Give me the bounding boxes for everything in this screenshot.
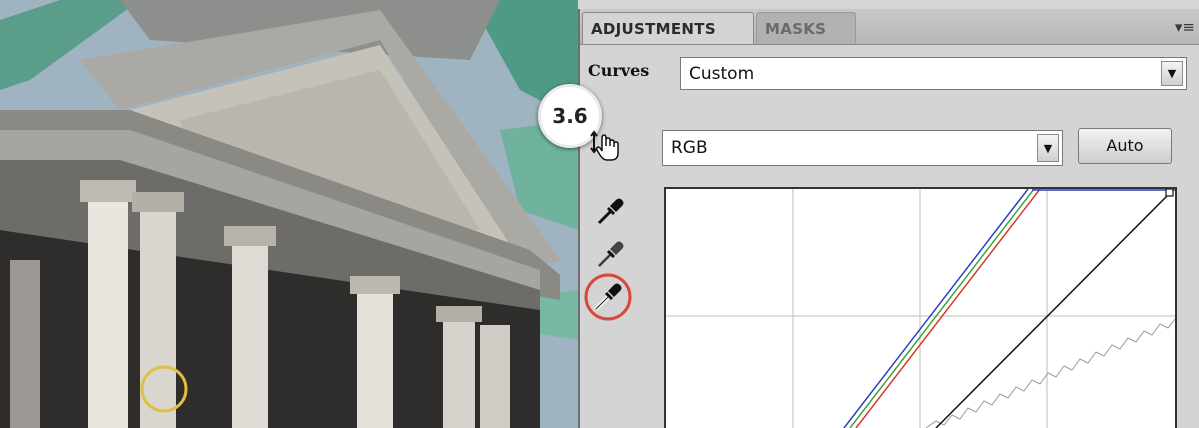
on-image-adjust-hand-icon[interactable] — [588, 129, 622, 163]
panel-menu-icon[interactable]: ▾≡ — [1175, 18, 1195, 36]
tab-adjustments[interactable]: ADJUSTMENTS — [582, 12, 754, 44]
auto-button[interactable]: Auto — [1078, 128, 1172, 164]
green-curve — [849, 189, 1035, 428]
chevron-down-icon[interactable]: ▼ — [1037, 134, 1059, 162]
tab-masks[interactable]: MASKS — [756, 12, 856, 44]
gray-point-eyedropper-icon[interactable] — [594, 237, 628, 271]
adjustments-panel: ADJUSTMENTS MASKS ▾≡ Curves Custom ▼ 3.6… — [538, 9, 1199, 428]
panel-tab-bar: ADJUSTMENTS MASKS ▾≡ — [580, 9, 1199, 45]
rgb-curve — [935, 191, 1172, 428]
building-photo — [0, 0, 578, 428]
graph-grid — [666, 189, 1175, 428]
channel-value: RGB — [671, 138, 708, 158]
channel-dropdown[interactable]: RGB ▼ — [662, 130, 1063, 166]
blue-curve — [843, 189, 1029, 428]
white-point-eyedropper-icon[interactable] — [582, 271, 634, 323]
preset-dropdown[interactable]: Custom ▼ — [680, 57, 1187, 90]
document-image — [0, 0, 578, 428]
preset-value: Custom — [689, 63, 755, 84]
chevron-down-icon[interactable]: ▼ — [1161, 61, 1183, 86]
curve-control-point[interactable] — [1165, 189, 1174, 197]
black-point-eyedropper-icon[interactable] — [594, 194, 628, 228]
curves-graph-canvas — [666, 189, 1175, 428]
histogram-outline — [925, 318, 1175, 428]
curves-graph[interactable] — [664, 187, 1177, 428]
adjustment-type-label: Curves — [588, 61, 650, 80]
